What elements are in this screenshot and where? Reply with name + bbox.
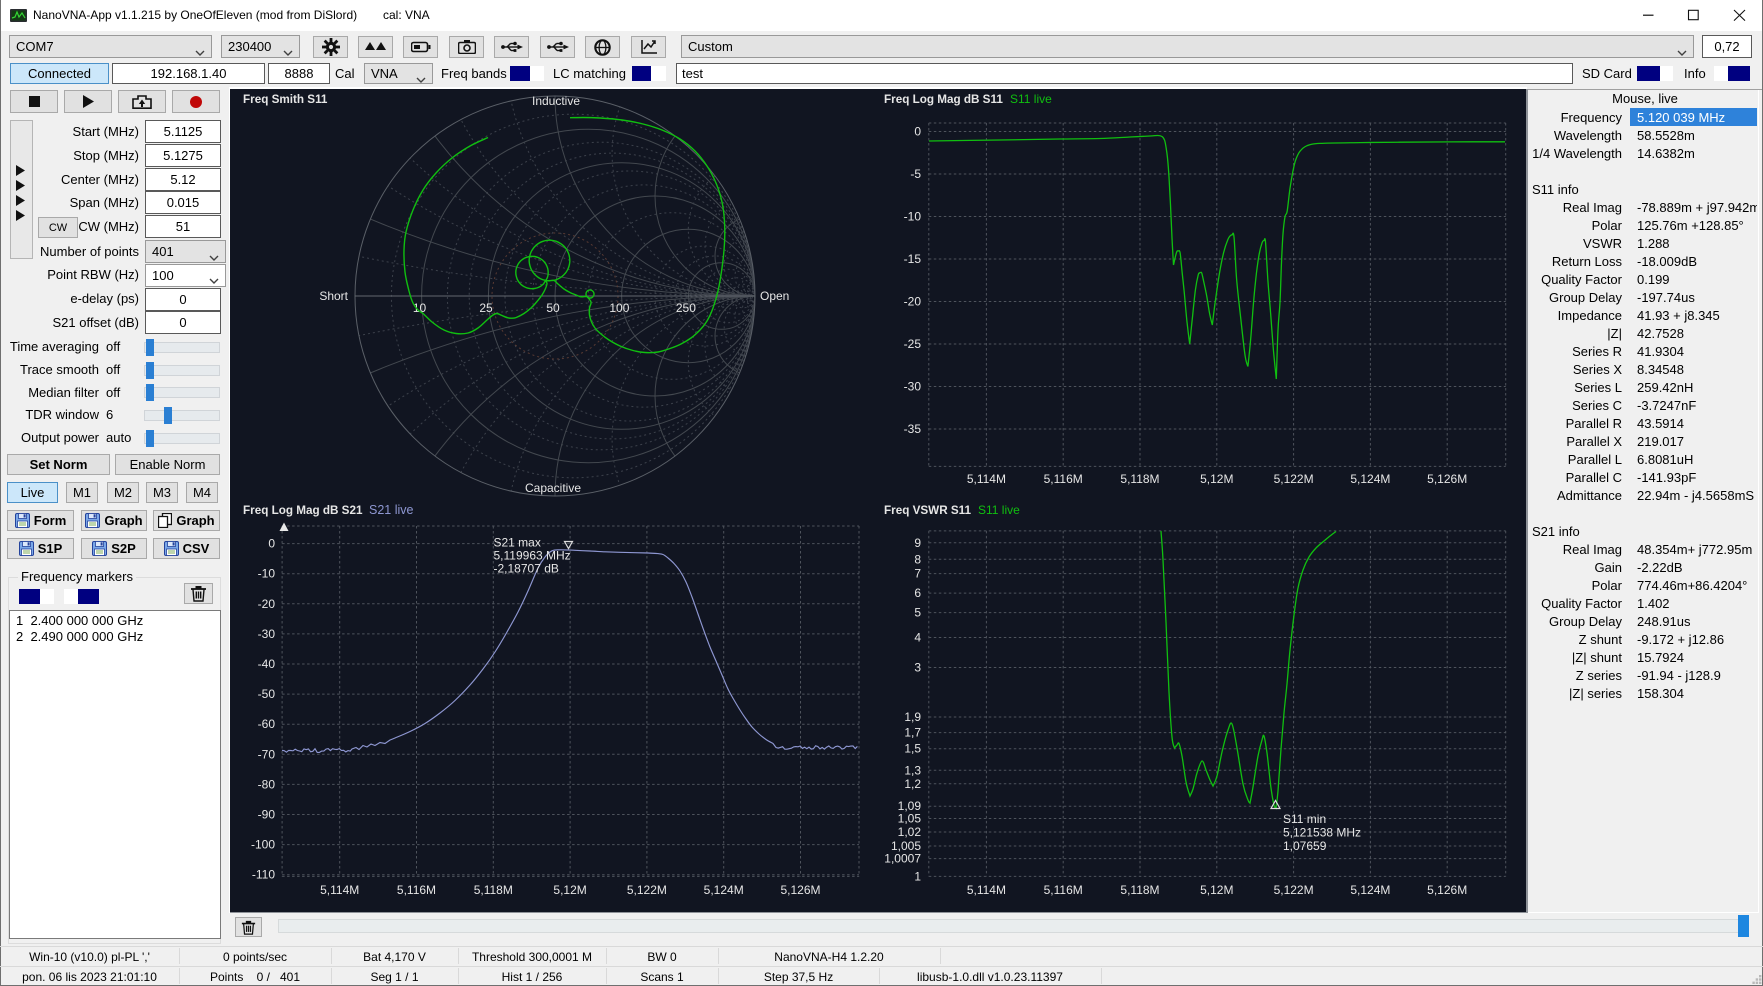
svg-text:-50: -50	[258, 687, 276, 701]
svg-text:5,119963 MHz: 5,119963 MHz	[494, 549, 571, 563]
svg-text:Freq Smith S11: Freq Smith S11	[243, 93, 328, 106]
svg-text:5,116M: 5,116M	[1044, 883, 1083, 897]
svg-text:5,126M: 5,126M	[1427, 472, 1467, 486]
svg-text:1,7: 1,7	[904, 726, 921, 740]
svg-text:5,126M: 5,126M	[780, 883, 820, 897]
svg-text:5,12M: 5,12M	[1200, 883, 1233, 897]
svg-text:8: 8	[914, 552, 921, 566]
svg-text:5,121538 MHz: 5,121538 MHz	[1283, 826, 1361, 840]
svg-text:-110: -110	[252, 868, 275, 882]
svg-text:S21 live: S21 live	[369, 503, 414, 517]
svg-text:0: 0	[268, 537, 275, 551]
svg-text:-60: -60	[258, 717, 276, 731]
svg-text:5,114M: 5,114M	[967, 472, 1006, 486]
svg-text:5,116M: 5,116M	[1044, 472, 1083, 486]
svg-text:1,0007: 1,0007	[884, 852, 921, 866]
svg-text:5,126M: 5,126M	[1427, 883, 1467, 897]
svg-text:-30: -30	[258, 627, 276, 641]
svg-text:-100: -100	[251, 838, 275, 852]
svg-text:-10: -10	[258, 567, 276, 581]
svg-text:-70: -70	[258, 747, 276, 761]
svg-text:10: 10	[413, 301, 427, 315]
svg-text:-40: -40	[258, 657, 276, 671]
svg-text:5,124M: 5,124M	[1350, 472, 1390, 486]
svg-text:5,116M: 5,116M	[397, 883, 436, 897]
svg-text:7: 7	[914, 567, 921, 581]
svg-text:-10: -10	[904, 210, 922, 224]
svg-text:0: 0	[914, 125, 921, 139]
svg-text:1,3: 1,3	[904, 763, 921, 777]
svg-text:5,114M: 5,114M	[967, 883, 1006, 897]
svg-text:1,07659: 1,07659	[1283, 839, 1327, 853]
svg-text:9: 9	[914, 536, 921, 550]
svg-text:5,118M: 5,118M	[474, 883, 513, 897]
svg-text:-30: -30	[904, 380, 922, 394]
svg-text:Short: Short	[319, 289, 348, 303]
svg-text:Freq VSWR S11: Freq VSWR S11	[884, 504, 972, 517]
svg-text:250: 250	[676, 301, 696, 315]
svg-text:-20: -20	[904, 295, 922, 309]
svg-text:5,122M: 5,122M	[627, 883, 667, 897]
svg-text:5,124M: 5,124M	[704, 883, 744, 897]
svg-text:1,05: 1,05	[898, 812, 922, 826]
svg-text:5,114M: 5,114M	[320, 883, 359, 897]
svg-text:1,9: 1,9	[904, 710, 921, 724]
svg-text:S11 min: S11 min	[1283, 812, 1326, 826]
svg-text:5,118M: 5,118M	[1120, 472, 1159, 486]
svg-text:-20: -20	[258, 597, 276, 611]
svg-text:Open: Open	[760, 289, 789, 303]
svg-text:4: 4	[914, 631, 921, 645]
svg-text:1: 1	[914, 869, 921, 883]
svg-text:-80: -80	[258, 777, 276, 791]
svg-text:5,122M: 5,122M	[1274, 883, 1314, 897]
svg-text:1,5: 1,5	[904, 742, 921, 756]
svg-text:-5: -5	[910, 167, 921, 181]
svg-text:S11 live: S11 live	[978, 503, 1020, 517]
svg-text:-35: -35	[904, 422, 922, 436]
svg-text:5,12M: 5,12M	[553, 883, 586, 897]
svg-text:25: 25	[479, 301, 493, 315]
svg-text:3: 3	[914, 661, 921, 675]
svg-text:Freq Log Mag dB S11: Freq Log Mag dB S11	[884, 93, 1003, 106]
svg-text:1,2: 1,2	[904, 777, 921, 791]
svg-text:S21 max: S21 max	[494, 536, 541, 550]
svg-text:5: 5	[914, 606, 921, 620]
svg-text:6: 6	[914, 586, 921, 600]
svg-text:Freq Log Mag dB S21: Freq Log Mag dB S21	[243, 504, 363, 517]
svg-text:-25: -25	[904, 337, 922, 351]
svg-text:S11 live: S11 live	[1010, 92, 1052, 106]
svg-text:Capacitive: Capacitive	[525, 481, 581, 495]
svg-text:100: 100	[609, 301, 629, 315]
svg-text:50: 50	[546, 301, 560, 315]
svg-text:-2,18707 dB: -2,18707 dB	[494, 562, 559, 576]
svg-text:1,02: 1,02	[898, 825, 922, 839]
svg-text:5,124M: 5,124M	[1350, 883, 1390, 897]
svg-text:-15: -15	[904, 252, 922, 266]
svg-text:5,12M: 5,12M	[1200, 472, 1233, 486]
svg-text:5,118M: 5,118M	[1120, 883, 1159, 897]
svg-text:Inductive: Inductive	[532, 94, 580, 108]
svg-text:-90: -90	[258, 808, 276, 822]
svg-text:5,122M: 5,122M	[1274, 472, 1314, 486]
